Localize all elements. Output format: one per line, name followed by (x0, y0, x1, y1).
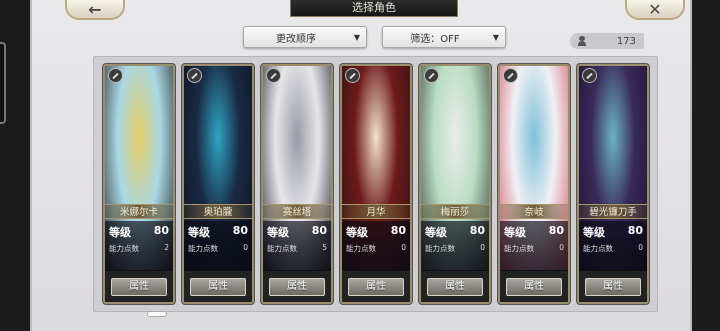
chevron-down-icon: ▼ (492, 32, 500, 42)
lock-icon[interactable] (108, 68, 123, 83)
ability-points-value: 5 (322, 243, 327, 252)
ability-points-label: 能力点数 (267, 244, 297, 253)
character-stats: 等级 80 能力点数 0 (184, 221, 252, 271)
character-count-value: 173 (616, 35, 636, 47)
level-label: 等级 (504, 226, 526, 239)
attributes-button[interactable]: 属性 (427, 278, 483, 296)
scrollbar-thumb[interactable] (147, 311, 167, 317)
level-value: 80 (311, 224, 327, 237)
ability-points-label: 能力点数 (109, 244, 139, 253)
ability-points-value: 0 (401, 243, 406, 252)
attributes-button[interactable]: 属性 (506, 278, 562, 296)
level-value: 80 (627, 224, 643, 237)
ability-points-label: 能力点数 (583, 244, 613, 253)
lock-icon[interactable] (424, 68, 439, 83)
lock-icon[interactable] (266, 68, 281, 83)
character-name: 奥珀朧 (184, 204, 252, 219)
character-card[interactable]: 月华 等级 80 能力点数 0 属性 (340, 64, 412, 304)
back-arrow-icon: ← (88, 0, 102, 19)
sort-order-label: 更改顺序 (276, 33, 316, 45)
attributes-button[interactable]: 属性 (269, 278, 325, 296)
character-count: 173 (570, 33, 644, 49)
attributes-button[interactable]: 属性 (585, 278, 641, 296)
character-name: 米娜尔卡 (105, 204, 173, 219)
character-name: 月华 (342, 204, 410, 219)
ability-points-label: 能力点数 (425, 244, 455, 253)
ability-points-value: 0 (243, 243, 248, 252)
character-card[interactable]: 奥珀朧 等级 80 能力点数 0 属性 (182, 64, 254, 304)
level-value: 80 (232, 224, 248, 237)
left-edge-tab[interactable] (0, 42, 6, 124)
character-name: 奈岐 (500, 204, 568, 219)
ability-points-value: 2 (164, 243, 169, 252)
character-name: 梅丽莎 (421, 204, 489, 219)
back-button[interactable]: ← (65, 0, 125, 20)
close-button[interactable]: ✕ (625, 0, 685, 20)
character-stats: 等级 80 能力点数 0 (421, 221, 489, 271)
character-stats: 等级 80 能力点数 0 (342, 221, 410, 271)
lock-icon[interactable] (187, 68, 202, 83)
level-label: 等级 (188, 226, 210, 239)
level-label: 等级 (583, 226, 605, 239)
character-card[interactable]: 碧光镰刀手 等级 80 能力点数 0 属性 (577, 64, 649, 304)
level-label: 等级 (267, 226, 289, 239)
character-name: 赛丝塔 (263, 204, 331, 219)
lock-icon[interactable] (503, 68, 518, 83)
character-name: 碧光镰刀手 (579, 204, 647, 219)
filter-dropdown[interactable]: 筛选：OFF ▼ (382, 26, 506, 48)
sort-order-dropdown[interactable]: 更改顺序 ▼ (243, 26, 367, 48)
level-label: 等级 (109, 226, 131, 239)
level-value: 80 (153, 224, 169, 237)
chevron-down-icon: ▼ (353, 32, 361, 42)
character-card[interactable]: 赛丝塔 等级 80 能力点数 5 属性 (261, 64, 333, 304)
ability-points-label: 能力点数 (188, 244, 218, 253)
attributes-button[interactable]: 属性 (111, 278, 167, 296)
ability-points-label: 能力点数 (346, 244, 376, 253)
page-title: 选择角色 (290, 0, 458, 17)
character-stats: 等级 80 能力点数 5 (263, 221, 331, 271)
level-value: 80 (390, 224, 406, 237)
ability-points-value: 0 (480, 243, 485, 252)
attributes-button[interactable]: 属性 (348, 278, 404, 296)
level-label: 等级 (425, 226, 447, 239)
filter-label: 筛选：OFF (410, 33, 460, 45)
character-stats: 等级 80 能力点数 2 (105, 221, 173, 271)
lock-icon[interactable] (345, 68, 360, 83)
character-stats: 等级 80 能力点数 0 (579, 221, 647, 271)
attributes-button[interactable]: 属性 (190, 278, 246, 296)
character-card[interactable]: 米娜尔卡 等级 80 能力点数 2 属性 (103, 64, 175, 304)
lock-icon[interactable] (582, 68, 597, 83)
close-icon: ✕ (648, 0, 662, 19)
person-icon (578, 36, 586, 46)
level-value: 80 (548, 224, 564, 237)
level-label: 等级 (346, 226, 368, 239)
character-card[interactable]: 梅丽莎 等级 80 能力点数 0 属性 (419, 64, 491, 304)
ability-points-value: 0 (559, 243, 564, 252)
ability-points-label: 能力点数 (504, 244, 534, 253)
character-stats: 等级 80 能力点数 0 (500, 221, 568, 271)
level-value: 80 (469, 224, 485, 237)
character-card[interactable]: 奈岐 等级 80 能力点数 0 属性 (498, 64, 570, 304)
ability-points-value: 0 (638, 243, 643, 252)
